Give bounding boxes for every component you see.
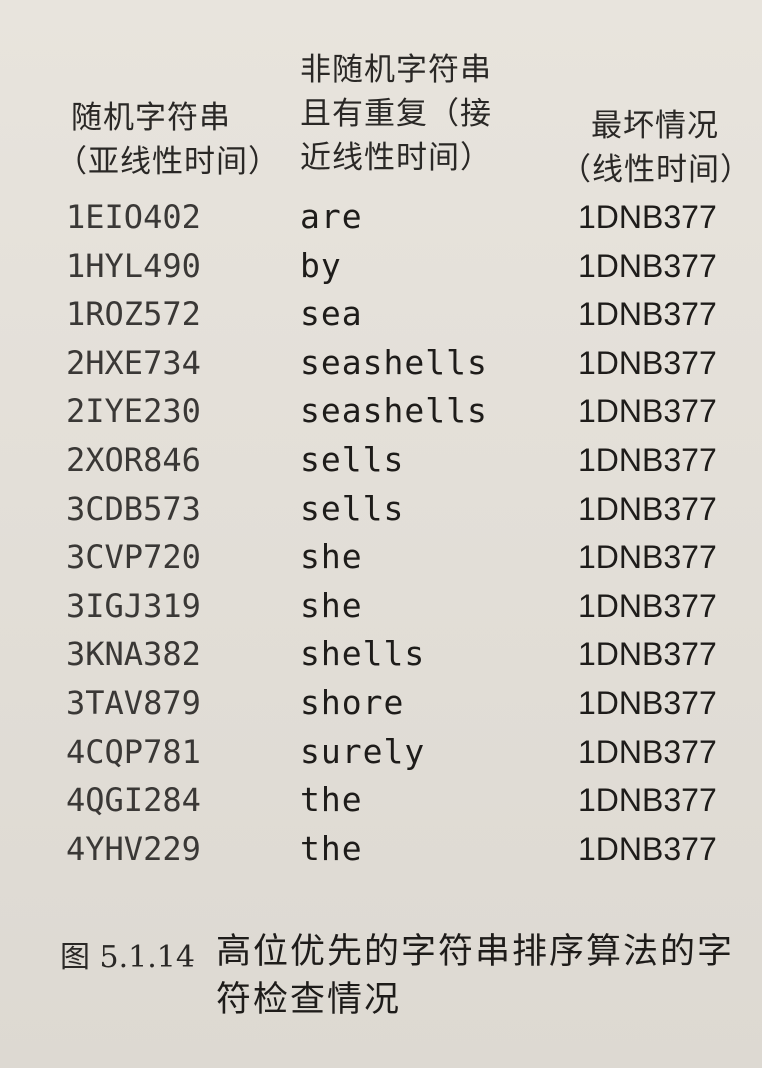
random-string-cell: 4QGI284	[66, 781, 201, 820]
random-string-cell: 1HYL490	[66, 246, 201, 285]
nonrandom-string-cell: the	[300, 780, 363, 820]
worst-case-cell: 1DNB377	[578, 782, 717, 819]
header-random-strings: 随机字符串 （亚线性时间）	[56, 96, 280, 184]
random-string-cell: 3CVP720	[66, 538, 201, 577]
nonrandom-string-cell: sells	[300, 488, 405, 528]
nonrandom-string-cell: seashells	[300, 342, 488, 382]
nonrandom-strings-column: are by sea seashells seashells sells sells she s…	[300, 193, 488, 873]
random-string-cell: 2IYE230	[66, 392, 201, 431]
worst-case-cell: 1DNB377	[578, 247, 717, 284]
header-line: 且有重复（接	[300, 96, 492, 132]
random-string-cell: 3CDB573	[66, 489, 201, 528]
figure-caption-text: 高位优先的字符串排序算法的字符检查情况	[216, 932, 735, 1020]
book-page: 随机字符串 （亚线性时间） 非随机字符串 且有重复（接 近线性时间） 最坏情况 …	[0, 0, 762, 1068]
worst-case-cell: 1DNB377	[578, 393, 717, 430]
random-string-cell: 4CQP781	[66, 732, 201, 771]
header-line: 非随机字符串	[300, 52, 492, 88]
nonrandom-string-cell: are	[300, 197, 363, 236]
random-string-cell: 3IGJ319	[66, 586, 201, 625]
worst-case-cell: 1DNB377	[578, 296, 717, 333]
random-string-cell: 3KNA382	[66, 635, 201, 674]
header-line: 近线性时间）	[300, 140, 492, 176]
worst-case-cell: 1DNB377	[578, 490, 717, 527]
worst-case-cell: 1DNB377	[578, 539, 717, 576]
random-string-cell: 1ROZ572	[66, 295, 201, 334]
header-nonrandom-strings: 非随机字符串 且有重复（接 近线性时间）	[300, 48, 540, 180]
random-string-cell: 1EIO402	[66, 198, 201, 236]
random-string-cell: 2HXE734	[66, 343, 201, 382]
worst-case-column: 1DNB377 1DNB377 1DNB377 1DNB377 1DNB377 1DNB3…	[578, 193, 717, 873]
header-line: （亚线性时间）	[56, 144, 280, 180]
figure-label: 图 5.1.14	[60, 940, 195, 975]
random-string-cell: 4YHV229	[66, 829, 201, 868]
nonrandom-string-cell: she	[300, 585, 363, 625]
worst-case-cell: 1DNB377	[578, 587, 717, 624]
worst-case-cell: 1DNB377	[578, 684, 717, 721]
header-line: 最坏情况	[591, 108, 719, 144]
nonrandom-string-cell: surely	[300, 731, 426, 771]
nonrandom-string-cell: the	[300, 828, 363, 868]
random-strings-column: 1EIO402 1HYL490 1ROZ572 2HXE734 2IYE230 2XOR8…	[66, 193, 201, 873]
header-worst-case: 最坏情况 （线性时间）	[560, 104, 752, 192]
worst-case-cell: 1DNB377	[578, 830, 717, 867]
worst-case-cell: 1DNB377	[578, 636, 717, 673]
worst-case-cell: 1DNB377	[578, 344, 717, 381]
nonrandom-string-cell: she	[300, 537, 363, 577]
nonrandom-string-cell: seashells	[300, 391, 488, 431]
worst-case-cell: 1DNB377	[578, 733, 717, 770]
worst-case-cell: 1DNB377	[578, 441, 717, 478]
nonrandom-string-cell: sells	[300, 439, 405, 479]
nonrandom-string-cell: sea	[300, 294, 363, 334]
nonrandom-string-cell: shore	[300, 682, 405, 722]
nonrandom-string-cell: shells	[300, 634, 426, 674]
worst-case-cell: 1DNB377	[578, 199, 717, 235]
random-string-cell: 3TAV879	[66, 683, 201, 722]
header-line: （线性时间）	[560, 152, 752, 188]
nonrandom-string-cell: by	[300, 245, 342, 285]
random-string-cell: 2XOR846	[66, 440, 201, 479]
header-line: 随机字符串	[71, 100, 231, 136]
